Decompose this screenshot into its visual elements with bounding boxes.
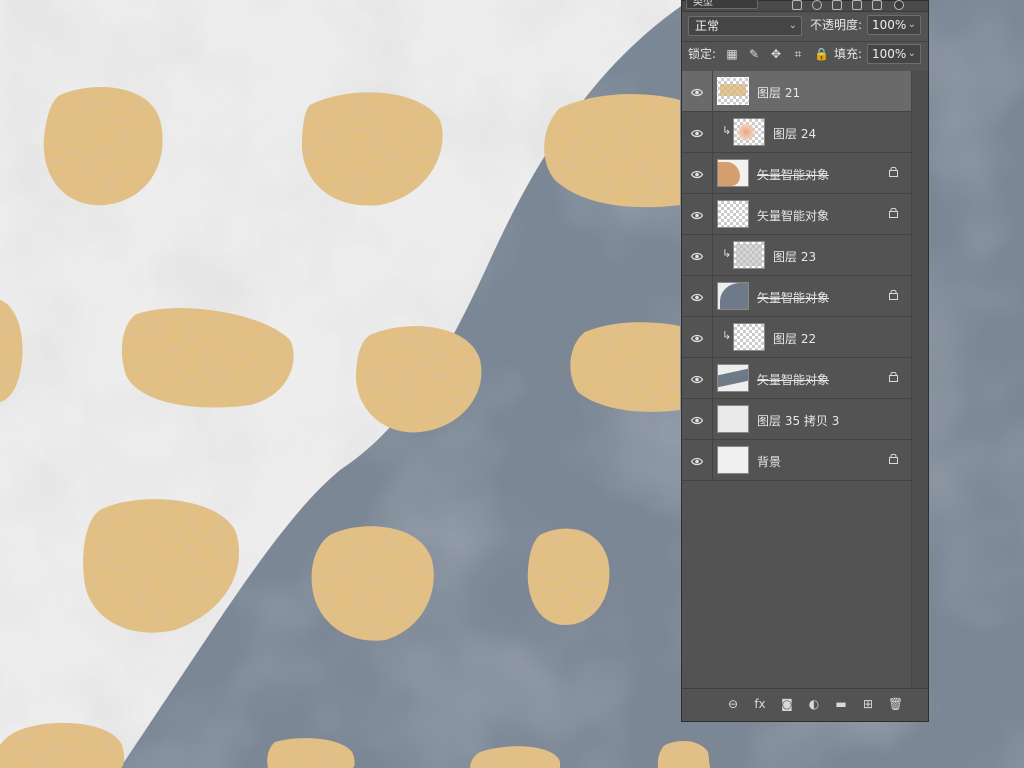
link-icon[interactable]: ⊖ [726,697,740,711]
eye-icon [690,86,704,97]
visibility-toggle[interactable] [682,71,713,111]
fx-icon[interactable]: fx [753,697,767,711]
lock-image-pixels-icon[interactable]: ✎ [748,48,760,60]
visibility-toggle[interactable] [682,194,713,234]
fill-input[interactable]: 100% ⌄ [867,44,921,64]
lock-icon [889,166,898,177]
layer-thumbnail[interactable] [717,446,749,474]
layer-filter-select[interactable]: 类型 [686,0,758,9]
layer-row[interactable]: ↳ 图层 23 [682,235,912,276]
layer-name[interactable]: 图层 21 [757,84,800,101]
visibility-toggle[interactable] [682,276,713,316]
eye-icon [690,414,704,425]
folder-icon[interactable]: ▬ [834,697,848,711]
layers-panel: 类型 正常 ⌄ 不透明度: 100% ⌄ 锁定: ▦ ✎ ✥ ⌗ 🔒 填充: 1… [681,0,929,722]
layer-thumbnail[interactable] [717,364,749,392]
clipping-mask-arrow-icon: ↳ [722,124,732,137]
layer-name[interactable]: 图层 35 拷贝 3 [757,412,839,429]
lock-icon [889,289,898,300]
lock-icon [889,207,898,218]
layer-thumbnail[interactable] [717,159,749,187]
visibility-toggle[interactable] [682,317,713,357]
layer-name[interactable]: 图层 22 [773,330,816,347]
filter-shape-icon[interactable] [852,0,862,10]
layer-name[interactable]: 矢量智能对象 [757,166,829,183]
fill-value: 100% [872,47,907,61]
lock-transparent-pixels-icon[interactable]: ▦ [726,48,738,60]
layer-row[interactable]: 图层 21 [682,71,912,112]
chevron-down-icon: ⌄ [788,20,797,31]
eye-icon [690,455,704,466]
eye-icon [690,127,704,138]
eye-icon [690,291,704,302]
lock-icon [889,371,898,382]
opacity-value: 100% [872,18,907,32]
layer-name[interactable]: 矢量智能对象 [757,207,829,224]
visibility-toggle[interactable] [682,358,713,398]
eye-icon [690,373,704,384]
eye-icon [690,250,704,261]
eye-icon [690,168,704,179]
filter-adjustment-icon[interactable] [812,0,822,10]
panel-top-bar: 类型 [682,0,928,12]
layer-thumbnail[interactable] [717,200,749,228]
filter-pixel-icon[interactable] [792,0,802,10]
panel-bottom-bar: ⊖ fx ◙ ◐ ▬ ⊞ 🗑 [682,688,928,721]
visibility-toggle[interactable] [682,112,713,152]
divider [682,41,928,42]
layer-name[interactable]: 图层 24 [773,125,816,142]
lock-label: 锁定: [688,47,717,61]
trash-icon[interactable]: 🗑 [888,697,903,711]
fill-label: 填充: [834,47,863,61]
clipping-mask-arrow-icon: ↳ [722,247,732,260]
adjustment-icon[interactable]: ◐ [807,697,821,711]
layer-thumbnail[interactable] [717,405,749,433]
layer-thumbnail[interactable] [717,77,749,105]
mask-icon[interactable]: ◙ [780,697,794,711]
layer-row[interactable]: 矢量智能对象 [682,358,912,399]
layer-thumbnail[interactable] [733,241,765,269]
layer-name[interactable]: 矢量智能对象 [757,371,829,388]
filter-toggle-icon[interactable] [894,0,904,10]
layer-name[interactable]: 图层 23 [773,248,816,265]
visibility-toggle[interactable] [682,235,713,275]
chevron-down-icon: ⌄ [907,19,916,30]
layer-row[interactable]: ↳ 图层 22 [682,317,912,358]
visibility-toggle[interactable] [682,399,713,439]
layer-row[interactable]: 矢量智能对象 [682,194,912,235]
layer-thumbnail[interactable] [717,282,749,310]
layer-row[interactable]: 背景 [682,440,912,481]
chevron-down-icon: ⌄ [907,48,916,59]
layer-row[interactable]: 图层 35 拷贝 3 [682,399,912,440]
layer-name[interactable]: 矢量智能对象 [757,289,829,306]
layer-thumbnail[interactable] [733,323,765,351]
layer-row[interactable]: 矢量智能对象 [682,153,912,194]
layer-row[interactable]: ↳ 图层 24 [682,112,912,153]
visibility-toggle[interactable] [682,153,713,193]
blend-mode-value: 正常 [695,19,720,33]
layer-name[interactable]: 背景 [757,453,781,470]
eye-icon [690,209,704,220]
opacity-label: 不透明度: [810,18,863,32]
lock-position-icon[interactable]: ✥ [770,48,782,60]
layer-thumbnail[interactable] [733,118,765,146]
lock-all-icon[interactable]: 🔒 [814,48,829,60]
layer-row[interactable]: 矢量智能对象 [682,276,912,317]
visibility-toggle[interactable] [682,440,713,480]
filter-type-icon[interactable] [832,0,842,10]
filter-smart-object-icon[interactable] [872,0,882,10]
layer-list: 图层 21 ↳ 图层 24 矢量智能对象 矢量智能对象 ↳ 图层 23 矢量智能对象 ↳ 图层 2… [682,71,912,481]
lock-artboard-icon[interactable]: ⌗ [792,48,804,60]
new-layer-icon[interactable]: ⊞ [861,697,875,711]
clipping-mask-arrow-icon: ↳ [722,329,732,342]
layer-list-scrollbar[interactable] [911,71,928,691]
opacity-input[interactable]: 100% ⌄ [867,15,921,35]
eye-icon [690,332,704,343]
lock-icon [889,453,898,464]
blend-mode-select[interactable]: 正常 ⌄ [688,16,802,36]
